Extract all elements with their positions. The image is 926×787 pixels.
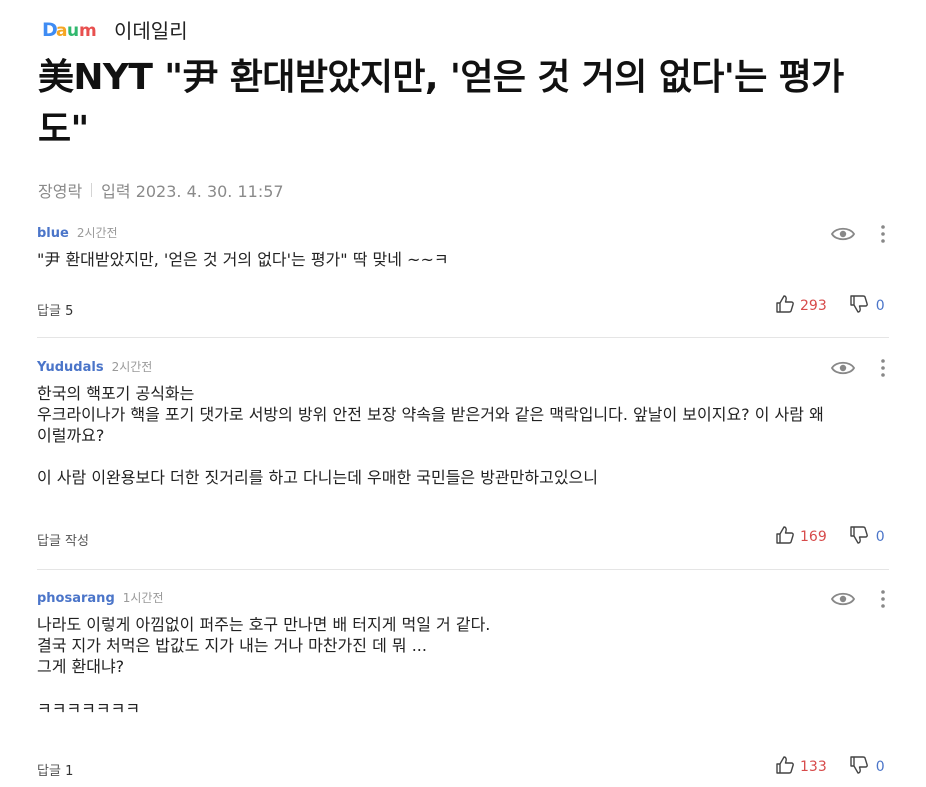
vote-area: 169 0 (775, 525, 885, 549)
author-name[interactable]: 장영락 (38, 178, 82, 202)
daum-logo-mark: D a u m (42, 19, 97, 40)
reply-count: 1 (65, 764, 74, 779)
comment-username[interactable]: phosarang (37, 591, 115, 606)
vote-area: 133 0 (775, 755, 885, 779)
eye-icon[interactable] (830, 224, 856, 244)
byline-divider (91, 183, 93, 197)
svg-text:a: a (56, 21, 67, 40)
more-options-icon[interactable] (876, 589, 890, 609)
comment-text: 나라도 이렇게 아낌없이 퍼주는 호구 만나면 배 터지게 먹일 거 같다. 결… (37, 615, 491, 718)
reply-label: 답글 작성 (37, 534, 89, 549)
reply-button[interactable]: 답글 1 (37, 760, 73, 779)
comment-divider (37, 569, 889, 570)
thumbs-up-icon[interactable] (775, 755, 795, 779)
press-name[interactable]: 이데일리 (114, 15, 188, 44)
more-options-icon[interactable] (876, 224, 890, 244)
comment-item: blue 2시간전 "尹 환대받았지만, '얻은 것 거의 없다'는 평가" 딱… (37, 224, 889, 270)
reply-count: 5 (65, 304, 74, 319)
like-count: 133 (800, 759, 827, 775)
thumbs-down-icon[interactable] (849, 294, 869, 318)
vote-area: 293 0 (775, 294, 885, 318)
comment-username[interactable]: Yududals (37, 360, 104, 375)
dislike-count: 0 (875, 759, 885, 775)
article-title: 美NYT "尹 환대받았지만, '얻은 것 거의 없다'는 평가도" (38, 57, 844, 150)
comment-text: "尹 환대받았지만, '얻은 것 거의 없다'는 평가" 딱 맞네 ~~ㅋ (37, 250, 449, 269)
reply-label: 답글 (37, 304, 61, 319)
like-count: 169 (800, 529, 827, 545)
comment-username[interactable]: blue (37, 226, 69, 241)
comment-text: 한국의 핵포기 공식화는 우크라이나가 핵을 포기 댓가로 서방의 방위 안전 … (37, 384, 824, 487)
daum-logo[interactable]: D a u m (42, 18, 104, 40)
like-count: 293 (800, 298, 827, 314)
more-options-icon[interactable] (876, 358, 890, 378)
reply-button[interactable]: 답글 5 (37, 300, 73, 319)
comment-time: 1시간전 (122, 591, 164, 605)
eye-icon[interactable] (830, 358, 856, 378)
svg-text:m: m (79, 21, 96, 40)
comment-item: phosarang 1시간전 나라도 이렇게 아낌없이 퍼주는 호구 만나면 배… (37, 589, 889, 724)
svg-text:u: u (67, 21, 79, 40)
publish-date: 입력 2023. 4. 30. 11:57 (101, 182, 284, 201)
thumbs-up-icon[interactable] (775, 294, 795, 318)
byline: 장영락 입력 2023. 4. 30. 11:57 (38, 178, 284, 202)
thumbs-down-icon[interactable] (849, 525, 869, 549)
dislike-count: 0 (875, 529, 885, 545)
comment-time: 2시간전 (76, 226, 118, 240)
site-header: D a u m 이데일리 (42, 14, 188, 44)
comment-time: 2시간전 (111, 360, 153, 374)
reply-button[interactable]: 답글 작성 (37, 530, 89, 549)
dislike-count: 0 (875, 298, 885, 314)
reply-label: 답글 (37, 764, 61, 779)
comment-divider (37, 337, 889, 338)
eye-icon[interactable] (830, 589, 856, 609)
comment-item: Yududals 2시간전 한국의 핵포기 공식화는 우크라이나가 핵을 포기 … (37, 358, 889, 488)
thumbs-down-icon[interactable] (849, 755, 869, 779)
svg-text:D: D (42, 19, 57, 40)
thumbs-up-icon[interactable] (775, 525, 795, 549)
